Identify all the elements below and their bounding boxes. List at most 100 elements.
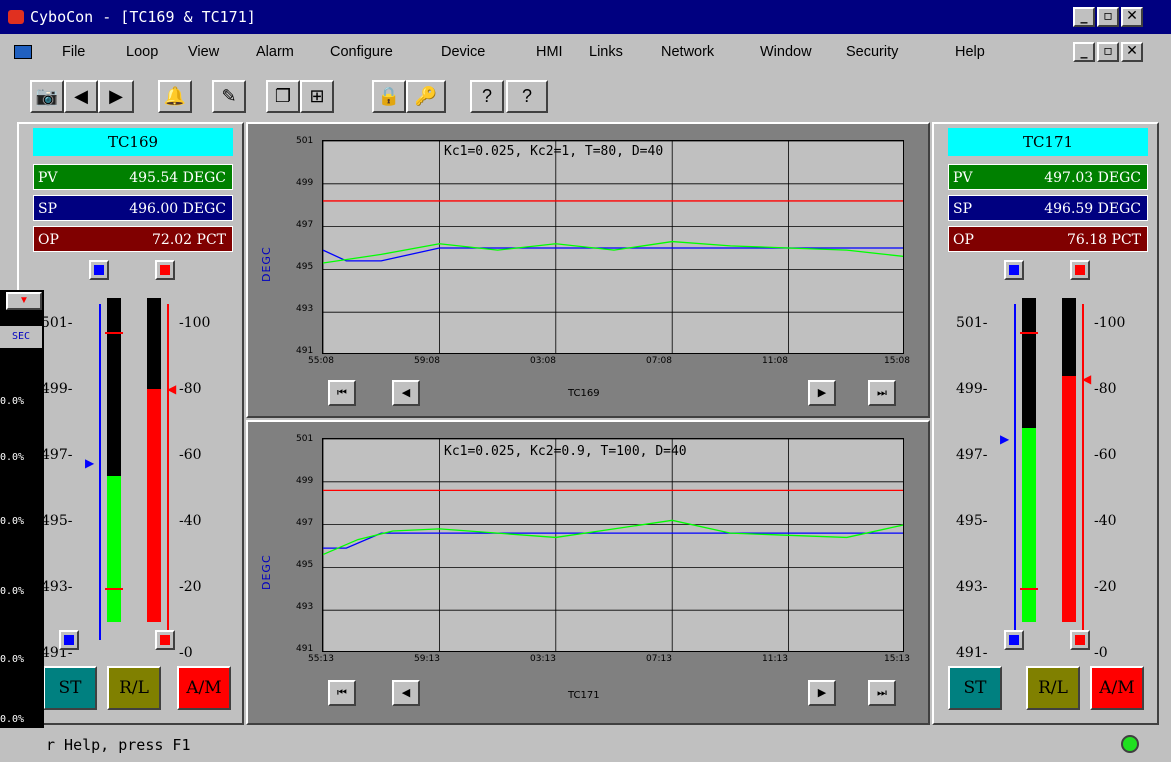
trend-name: TC171 xyxy=(568,690,600,701)
config-icon[interactable]: ✎ xyxy=(212,80,246,113)
op-raise-button[interactable] xyxy=(155,260,175,280)
menu-device[interactable]: Device xyxy=(441,36,485,68)
menu-loop[interactable]: Loop xyxy=(126,36,158,68)
mdi-minimize-button[interactable]: _ xyxy=(1073,42,1095,62)
op-value[interactable]: 76.18 PCT xyxy=(1067,227,1141,253)
mdi-restore-button[interactable]: ▫ xyxy=(1097,42,1119,62)
last-page-button[interactable]: ⏭ xyxy=(868,380,896,406)
y-tick: 493 xyxy=(296,304,314,314)
menu-help[interactable]: Help xyxy=(955,36,985,68)
close-button[interactable]: ✕ xyxy=(1121,7,1143,27)
menu-security[interactable]: Security xyxy=(846,36,898,68)
op-pointer-icon[interactable]: ◀ xyxy=(1082,372,1091,386)
window-cascade-icon[interactable]: ❐ xyxy=(266,80,300,113)
menu-view[interactable]: View xyxy=(188,36,219,68)
menu-links[interactable]: Links xyxy=(589,36,623,68)
background-window-strip: ▼ SEC 0.0% 0.0% 0.0% 0.0% 0.0% 0.0% xyxy=(0,290,44,735)
dropdown-button[interactable]: ▼ xyxy=(6,292,42,310)
sp-track xyxy=(1014,304,1016,640)
status-bar: r Help, press F1 xyxy=(0,728,1171,762)
y-tick: 499 xyxy=(296,476,314,486)
menu-hmi[interactable]: HMI xyxy=(536,36,563,68)
menu-alarm[interactable]: Alarm xyxy=(256,36,294,68)
x-tick: 59:08 xyxy=(414,356,440,366)
strip-value: 0.0% xyxy=(0,516,25,527)
maximize-button[interactable]: ▫ xyxy=(1097,7,1119,27)
pv-value: 497.03 DEGC xyxy=(1044,170,1141,186)
back-icon[interactable]: ◀ xyxy=(64,80,98,113)
sp-row[interactable]: SP 496.00 DEGC xyxy=(33,195,233,221)
op-scale: -100 -80 -60 -40 -20 -0 xyxy=(179,315,211,661)
x-tick: 15:08 xyxy=(884,356,910,366)
sp-lower-button[interactable] xyxy=(1004,630,1024,650)
window-tile-icon[interactable]: ⊞ xyxy=(300,80,334,113)
sp-value[interactable]: 496.00 DEGC xyxy=(129,196,226,222)
help-icon[interactable]: ? xyxy=(470,80,504,113)
last-page-button[interactable]: ⏭ xyxy=(868,680,896,706)
strip-value: 0.0% xyxy=(0,654,25,665)
x-tick: 15:13 xyxy=(884,654,910,664)
op-row[interactable]: OP 72.02 PCT xyxy=(33,226,233,252)
pv-label: PV xyxy=(38,170,58,186)
sp-raise-button[interactable] xyxy=(1004,260,1024,280)
menu-window[interactable]: Window xyxy=(760,36,812,68)
x-tick: 55:08 xyxy=(308,356,334,366)
x-tick: 07:08 xyxy=(646,356,672,366)
op-raise-button[interactable] xyxy=(1070,260,1090,280)
st-button[interactable]: ST xyxy=(43,666,97,710)
sp-raise-button[interactable] xyxy=(89,260,109,280)
tag-name[interactable]: TC169 xyxy=(33,128,233,156)
key-icon[interactable]: 🔑 xyxy=(406,80,446,113)
pv-scale: 501- 499- 497- 495- 493- 491- xyxy=(41,315,73,661)
context-help-icon[interactable]: ? xyxy=(506,80,548,113)
next-page-button[interactable]: ▶ xyxy=(808,380,836,406)
rl-button[interactable]: R/L xyxy=(107,666,161,710)
trend-title: Kc1=0.025, Kc2=1, T=80, D=40 xyxy=(444,144,664,159)
document-icon[interactable] xyxy=(14,45,32,59)
menu-network[interactable]: Network xyxy=(661,36,714,68)
sp-pointer-icon[interactable]: ▶ xyxy=(85,456,94,470)
trend-plot[interactable] xyxy=(322,140,904,354)
op-label: OP xyxy=(38,232,59,248)
op-pointer-icon[interactable]: ◀ xyxy=(167,382,176,396)
sp-row[interactable]: SP 496.59 DEGC xyxy=(948,195,1148,221)
st-button[interactable]: ST xyxy=(948,666,1002,710)
op-value[interactable]: 72.02 PCT xyxy=(152,227,226,253)
first-page-button[interactable]: ⏮ xyxy=(328,680,356,706)
y-axis-label: DEGC xyxy=(260,554,273,590)
op-row[interactable]: OP 76.18 PCT xyxy=(948,226,1148,252)
forward-icon[interactable]: ▶ xyxy=(98,80,134,113)
op-lower-button[interactable] xyxy=(155,630,175,650)
sp-pointer-icon[interactable]: ▶ xyxy=(1000,432,1009,446)
window-titlebar[interactable]: CyboCon - [TC169 & TC171] _ ▫ ✕ xyxy=(0,0,1171,34)
op-track xyxy=(167,304,169,640)
camera-icon[interactable]: 📷 xyxy=(30,80,64,113)
trend-plot[interactable] xyxy=(322,438,904,652)
menu-bar: File Loop View Alarm Configure Device HM… xyxy=(0,36,1171,68)
menu-configure[interactable]: Configure xyxy=(330,36,393,68)
prev-page-button[interactable]: ◀ xyxy=(392,680,420,706)
mdi-close-button[interactable]: ✕ xyxy=(1121,42,1143,62)
rl-button[interactable]: R/L xyxy=(1026,666,1080,710)
am-button[interactable]: A/M xyxy=(177,666,231,710)
am-button[interactable]: A/M xyxy=(1090,666,1144,710)
prev-page-button[interactable]: ◀ xyxy=(392,380,420,406)
x-tick: 55:13 xyxy=(308,654,334,664)
menu-file[interactable]: File xyxy=(62,36,85,68)
hi-alarm-marker xyxy=(105,332,123,334)
sp-track xyxy=(99,304,101,640)
first-page-button[interactable]: ⏮ xyxy=(328,380,356,406)
sp-lower-button[interactable] xyxy=(59,630,79,650)
lock-icon[interactable]: 🔒 xyxy=(372,80,406,113)
sp-value[interactable]: 496.59 DEGC xyxy=(1044,196,1141,222)
strip-value: 0.0% xyxy=(0,396,25,407)
minimize-button[interactable]: _ xyxy=(1073,7,1095,27)
y-axis-label: DEGC xyxy=(260,246,273,282)
y-tick: 495 xyxy=(296,560,314,570)
op-lower-button[interactable] xyxy=(1070,630,1090,650)
trend-tc171: Kc1=0.025, Kc2=0.9, T=100, D=40 DEGC 501… xyxy=(246,420,930,725)
next-page-button[interactable]: ▶ xyxy=(808,680,836,706)
tag-name[interactable]: TC171 xyxy=(948,128,1148,156)
alarm-bell-icon[interactable]: 🔔 xyxy=(158,80,192,113)
status-text: r Help, press F1 xyxy=(46,736,191,754)
